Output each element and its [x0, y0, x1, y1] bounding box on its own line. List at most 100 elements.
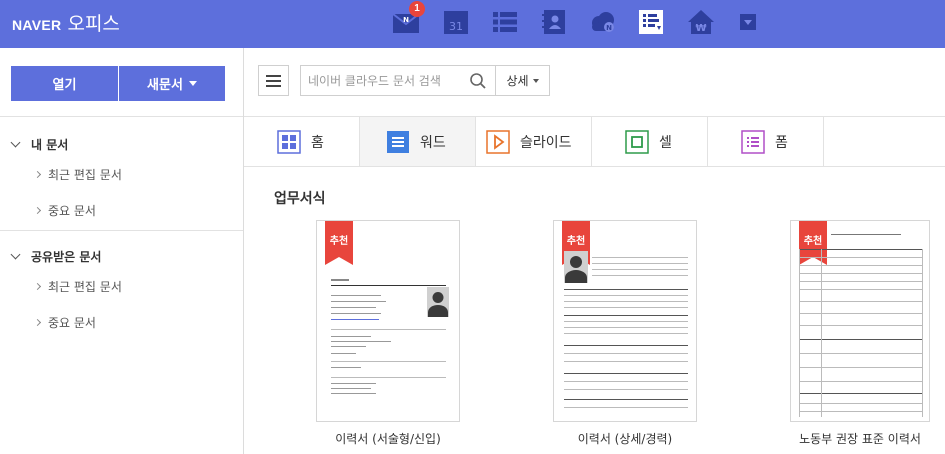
- word-icon: [386, 130, 410, 154]
- detail-label: 상세: [506, 74, 529, 88]
- sidebar-item-label: 최근 편집 문서: [48, 280, 122, 294]
- chevron-right-icon: [33, 206, 42, 215]
- doc-line: [564, 389, 688, 390]
- doc-line: [799, 249, 800, 417]
- doc-line: [564, 301, 688, 302]
- template-caption: 이력서 (서술형/신입): [335, 432, 441, 446]
- section-title: 내 문서: [31, 138, 69, 152]
- house-won-icon[interactable]: ₩: [686, 7, 716, 37]
- cloud-icon[interactable]: N: [588, 7, 618, 37]
- doc-line: [564, 381, 688, 382]
- resume-photo: [427, 287, 449, 317]
- sidebar-item-shared-important[interactable]: 중요 문서: [33, 314, 96, 331]
- sidebar-section-my-docs[interactable]: 내 문서: [10, 136, 69, 153]
- app-root: NAVER 오피스 N 1 31 N ₩ 열기 새문서 내 문서 최근 편집 문…: [0, 0, 945, 454]
- template-card-resume-detailed[interactable]: 추천: [553, 220, 697, 422]
- brand-office: 오피스: [67, 13, 120, 35]
- section-title: 공유받은 문서: [31, 250, 102, 264]
- doc-line: [331, 295, 381, 296]
- doc-line: [331, 313, 381, 314]
- chevron-down-icon: [532, 78, 539, 83]
- new-document-label: 새문서: [147, 78, 183, 93]
- list-icon[interactable]: [490, 7, 520, 37]
- doc-line: [799, 393, 923, 394]
- tab-cell[interactable]: 셀: [592, 117, 708, 166]
- menu-button[interactable]: [258, 65, 289, 96]
- brand-logo[interactable]: NAVER 오피스: [12, 9, 120, 36]
- template-caption: 이력서 (상세/경력): [577, 432, 673, 446]
- doc-line: [799, 249, 923, 250]
- doc-line: [799, 273, 923, 274]
- doc-line: [331, 341, 391, 342]
- resume-photo: [564, 251, 588, 283]
- tab-home[interactable]: 홈: [244, 117, 360, 166]
- template-card-resume-narrative[interactable]: 추천: [316, 220, 460, 422]
- detail-search-button[interactable]: 상세: [495, 65, 550, 96]
- contacts-icon[interactable]: [539, 7, 569, 37]
- hamburger-icon: [266, 74, 281, 77]
- template-caption: 노동부 권장 표준 이력서: [799, 432, 921, 446]
- template-card-standard-resume[interactable]: 추천: [790, 220, 930, 422]
- more-apps-icon[interactable]: [733, 7, 763, 37]
- brand-naver: NAVER: [12, 17, 62, 33]
- sidebar: 열기 새문서 내 문서 최근 편집 문서 중요 문서 공유받은 문서 최근 편집…: [0, 48, 244, 454]
- sidebar-item-shared-recent[interactable]: 최근 편집 문서: [33, 278, 122, 295]
- tab-form[interactable]: 폼: [708, 117, 824, 166]
- doc-line: [331, 383, 376, 384]
- chevron-down-icon: [10, 249, 21, 260]
- sidebar-item-my-important[interactable]: 중요 문서: [33, 202, 96, 219]
- chevron-right-icon: [33, 318, 42, 327]
- doc-line: [564, 399, 688, 400]
- doc-line: [564, 361, 688, 362]
- sidebar-item-my-recent[interactable]: 최근 편집 문서: [33, 166, 122, 183]
- search-icon[interactable]: [469, 72, 487, 90]
- sidebar-section-shared-docs[interactable]: 공유받은 문서: [10, 248, 102, 265]
- tab-label: 셀: [659, 134, 672, 151]
- doc-line: [831, 234, 901, 235]
- tab-label: 슬라이드: [520, 134, 572, 151]
- doc-line: [331, 361, 446, 362]
- doc-line: [331, 279, 349, 281]
- doc-line: [331, 393, 376, 394]
- doc-line: [331, 301, 386, 302]
- doc-line: [799, 313, 923, 314]
- doc-line: [331, 319, 379, 320]
- calendar-icon[interactable]: 31: [441, 7, 471, 37]
- doc-line: [564, 353, 688, 354]
- photo-head: [432, 292, 444, 303]
- hamburger-line: [266, 84, 281, 87]
- tab-label: 홈: [311, 134, 324, 151]
- doc-line: [331, 285, 446, 286]
- top-bar: NAVER 오피스 N 1 31 N ₩: [0, 0, 945, 48]
- doc-line: [592, 263, 688, 264]
- search-box: [300, 65, 496, 96]
- office-doc-icon[interactable]: [636, 7, 666, 37]
- doc-line: [331, 367, 361, 368]
- doc-line: [331, 346, 366, 347]
- doc-line: [821, 249, 822, 417]
- form-icon: [741, 129, 765, 154]
- tab-word[interactable]: 워드: [360, 117, 476, 166]
- doc-line: [564, 345, 688, 346]
- doc-line: [799, 353, 923, 354]
- doc-line: [331, 377, 446, 378]
- doc-line: [922, 249, 923, 417]
- calendar-number: 31: [449, 20, 463, 33]
- doc-line: [799, 281, 923, 282]
- won-symbol: ₩: [695, 23, 706, 34]
- doc-line: [564, 307, 688, 308]
- cell-icon: [625, 129, 649, 154]
- doc-line: [799, 301, 923, 302]
- doc-line: [799, 403, 923, 404]
- doc-line: [592, 257, 688, 258]
- chevron-down-icon: [10, 137, 21, 148]
- doc-line: [799, 411, 923, 412]
- doc-line: [799, 367, 923, 368]
- doc-line: [564, 295, 688, 296]
- new-document-button[interactable]: 새문서: [119, 66, 225, 101]
- open-button[interactable]: 열기: [11, 66, 118, 101]
- tab-slide[interactable]: 슬라이드: [476, 117, 592, 166]
- sidebar-item-label: 중요 문서: [48, 204, 96, 218]
- search-input[interactable]: [308, 72, 463, 90]
- doc-line: [331, 353, 356, 354]
